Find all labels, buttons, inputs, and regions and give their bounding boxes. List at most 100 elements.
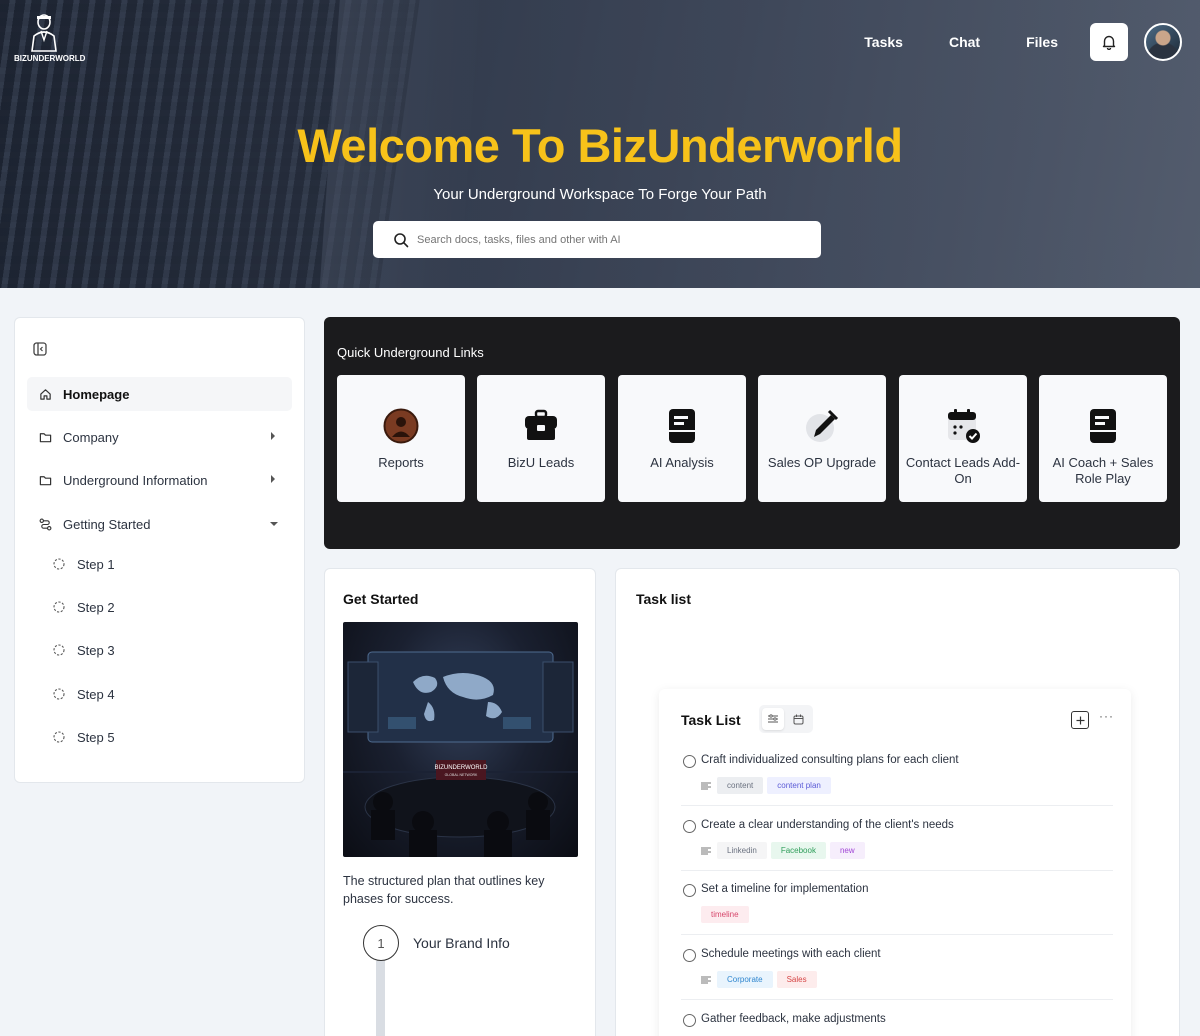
dashed-circle-icon bbox=[53, 688, 65, 700]
reports-avatar-icon bbox=[383, 408, 419, 444]
dashed-circle-icon bbox=[53, 558, 65, 570]
caret-down-icon[interactable] bbox=[270, 521, 278, 527]
task-text[interactable]: Set a timeline for implementation bbox=[701, 883, 868, 895]
quick-link-contact-leads[interactable]: Contact Leads Add-On bbox=[899, 375, 1027, 502]
get-started-image: BIZUNDERWORLD GLOBAL NETWORK bbox=[343, 622, 578, 857]
briefcase-icon bbox=[523, 408, 559, 444]
quick-link-label: Reports bbox=[378, 455, 424, 470]
task-tag[interactable]: timeline bbox=[701, 906, 749, 923]
task-text[interactable]: Create a clear understanding of the clie… bbox=[701, 819, 954, 831]
step-label: Step 4 bbox=[77, 686, 115, 702]
sidebar-item-label: Underground Information bbox=[63, 472, 208, 488]
caret-right-icon[interactable] bbox=[270, 475, 276, 483]
task-tag[interactable]: Sales bbox=[776, 971, 817, 988]
description-icon bbox=[701, 847, 711, 854]
search-icon bbox=[394, 232, 409, 247]
add-task-button[interactable] bbox=[1071, 711, 1089, 729]
step-title[interactable]: Your Brand Info bbox=[413, 935, 510, 951]
quick-link-label: AI Coach + Sales Role Play bbox=[1052, 455, 1154, 486]
sidebar-step-2[interactable]: Step 2 bbox=[53, 595, 115, 619]
search-bar[interactable] bbox=[373, 221, 821, 258]
image-subcaption: GLOBAL NETWORK bbox=[445, 773, 478, 777]
step-progress-track bbox=[376, 961, 385, 1036]
bell-icon bbox=[1102, 35, 1116, 50]
nav-chat[interactable]: Chat bbox=[949, 34, 980, 50]
sidebar-step-5[interactable]: Step 5 bbox=[53, 725, 115, 749]
brand-logo[interactable]: BIZUNDERWORLD bbox=[14, 14, 85, 66]
calendar-view-button[interactable] bbox=[787, 708, 809, 730]
task-list-title: Task List bbox=[681, 712, 741, 728]
folder-icon bbox=[39, 432, 52, 442]
hero-subtitle: Your Underground Workspace To Forge Your… bbox=[433, 186, 767, 203]
folder-icon bbox=[39, 475, 52, 485]
notifications-button[interactable] bbox=[1090, 23, 1128, 61]
sidebar-item-underground-information[interactable]: Underground Information bbox=[27, 463, 292, 497]
task-row[interactable]: Gather feedback, make adjustments bbox=[681, 1010, 1113, 1036]
task-checkbox[interactable] bbox=[683, 755, 696, 768]
task-text[interactable]: Craft individualized consulting plans fo… bbox=[701, 754, 959, 766]
task-checkbox[interactable] bbox=[683, 1014, 696, 1027]
logo-figure-icon bbox=[31, 14, 57, 52]
quick-link-ai-coach[interactable]: AI Coach + Sales Role Play bbox=[1039, 375, 1167, 502]
step-label: Step 5 bbox=[77, 729, 115, 745]
task-list-card-title: Task list bbox=[636, 591, 691, 607]
quick-link-ai-analysis[interactable]: AI Analysis bbox=[618, 375, 746, 502]
search-input[interactable] bbox=[417, 233, 797, 246]
get-started-card: Get Started BIZUNDERWORLD GLOBAL NETWORK… bbox=[324, 568, 596, 1036]
user-avatar[interactable] bbox=[1144, 23, 1182, 61]
task-row[interactable]: Schedule meetings with each client Corpor… bbox=[681, 945, 1113, 1000]
quick-link-sales-op-upgrade[interactable]: Sales OP Upgrade bbox=[758, 375, 886, 502]
quick-links-panel: Quick Underground Links Reports BizU Lea… bbox=[324, 317, 1180, 549]
task-checkbox[interactable] bbox=[683, 884, 696, 897]
task-list-widget: Task List ··· Craft individualized consu… bbox=[659, 689, 1131, 1036]
document-icon bbox=[664, 408, 700, 444]
nav-files[interactable]: Files bbox=[1026, 34, 1058, 50]
sidebar-item-company[interactable]: Company bbox=[27, 420, 292, 454]
hero-banner: BIZUNDERWORLD Tasks Chat Files Welcome T… bbox=[0, 0, 1200, 288]
task-row[interactable]: Craft individualized consulting plans fo… bbox=[681, 751, 1113, 806]
step-label: Step 1 bbox=[77, 556, 115, 572]
sidebar-step-4[interactable]: Step 4 bbox=[53, 682, 115, 706]
task-list-card: Task list Task List ··· Craft individual… bbox=[615, 568, 1180, 1036]
document-icon bbox=[1085, 408, 1121, 444]
sidebar-step-3[interactable]: Step 3 bbox=[53, 638, 115, 662]
task-text[interactable]: Gather feedback, make adjustments bbox=[701, 1013, 886, 1025]
top-nav: Tasks Chat Files bbox=[864, 23, 1182, 61]
task-row[interactable]: Create a clear understanding of the clie… bbox=[681, 816, 1113, 871]
sidebar-item-homepage[interactable]: Homepage bbox=[27, 377, 292, 411]
sidebar-item-getting-started[interactable]: Getting Started bbox=[27, 507, 292, 541]
task-tag[interactable]: Facebook bbox=[770, 842, 826, 859]
task-tags: content content plan bbox=[701, 777, 835, 794]
nav-tasks[interactable]: Tasks bbox=[864, 34, 903, 50]
route-icon bbox=[39, 518, 52, 530]
task-text[interactable]: Schedule meetings with each client bbox=[701, 948, 881, 960]
task-checkbox[interactable] bbox=[683, 820, 696, 833]
task-tags: timeline bbox=[701, 906, 753, 923]
dashed-circle-icon bbox=[53, 601, 65, 613]
quick-link-label: AI Analysis bbox=[650, 455, 714, 470]
list-view-button[interactable] bbox=[762, 708, 784, 730]
plus-icon bbox=[1076, 716, 1084, 724]
more-options-icon[interactable]: ··· bbox=[1099, 709, 1114, 723]
task-tags: Linkedin Facebook new bbox=[701, 842, 869, 859]
dashed-circle-icon bbox=[53, 644, 65, 656]
image-caption: BIZUNDERWORLD bbox=[435, 765, 489, 771]
caret-right-icon[interactable] bbox=[270, 432, 276, 440]
task-tag[interactable]: content plan bbox=[767, 777, 831, 794]
sidebar-step-1[interactable]: Step 1 bbox=[53, 552, 115, 576]
step-number-badge[interactable]: 1 bbox=[363, 925, 399, 961]
view-toggle bbox=[759, 705, 813, 733]
task-tag[interactable]: Linkedin bbox=[717, 842, 767, 859]
task-checkbox[interactable] bbox=[683, 949, 696, 962]
task-tag[interactable]: new bbox=[829, 842, 865, 859]
war-room-illustration: BIZUNDERWORLD GLOBAL NETWORK bbox=[343, 651, 578, 857]
task-row[interactable]: Set a timeline for implementation timelin… bbox=[681, 880, 1113, 935]
sidebar-collapse-icon[interactable] bbox=[33, 342, 47, 356]
task-tag[interactable]: content bbox=[717, 777, 764, 794]
task-tag[interactable]: Corporate bbox=[717, 971, 773, 988]
get-started-description: The structured plan that outlines key ph… bbox=[343, 874, 545, 906]
get-started-title: Get Started bbox=[343, 591, 419, 607]
description-icon bbox=[701, 976, 711, 983]
quick-link-reports[interactable]: Reports bbox=[337, 375, 465, 502]
quick-link-bizu-leads[interactable]: BizU Leads bbox=[477, 375, 605, 502]
